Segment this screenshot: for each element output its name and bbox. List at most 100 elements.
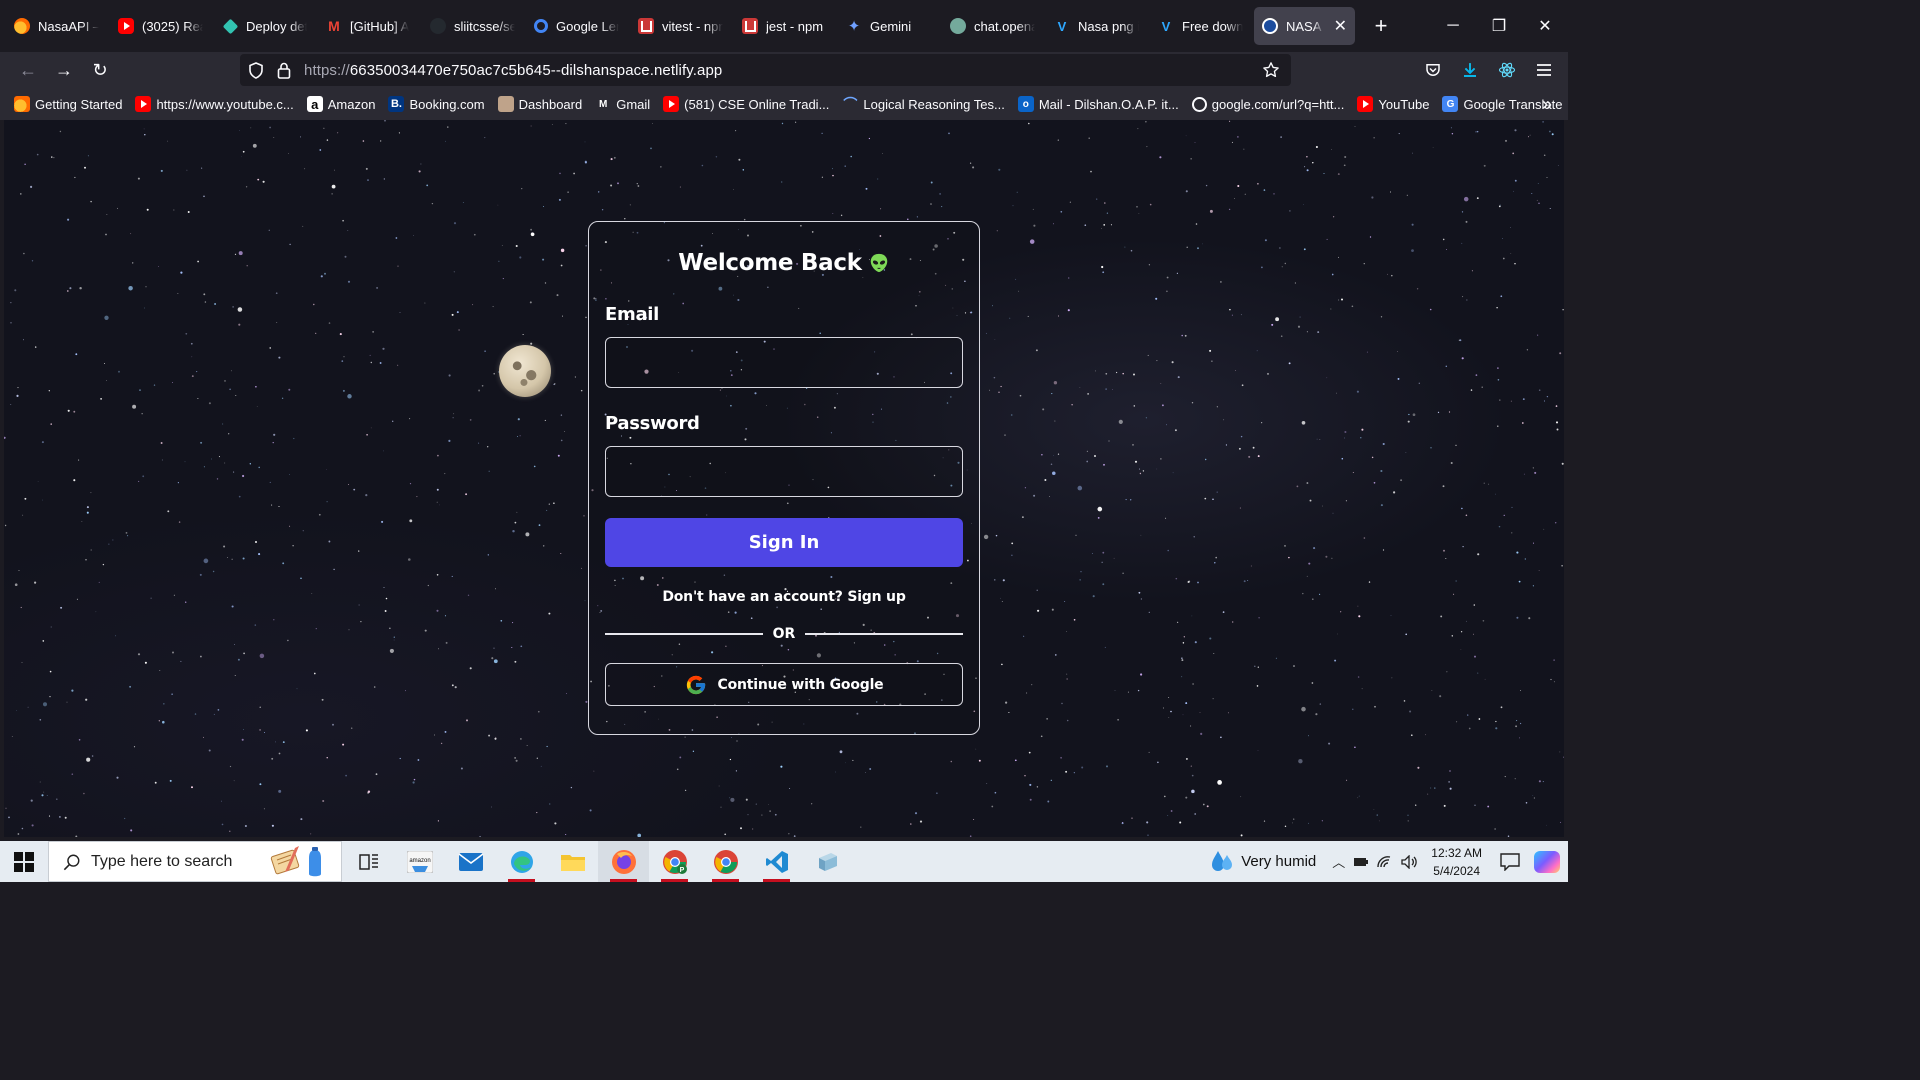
star [234, 644, 236, 645]
bookmark-mail-outlook[interactable]: o Mail - Dilshan.O.A.P. it... [1017, 96, 1179, 112]
tab-label: Gemini [870, 18, 912, 34]
star [560, 439, 563, 442]
star [1140, 534, 1142, 536]
bookmark-booking[interactable]: B. Booking.com [388, 96, 485, 112]
minimize-icon[interactable]: ─ [1430, 0, 1476, 52]
tab-google-lens[interactable]: Google Lens [526, 7, 627, 45]
volume-icon[interactable] [1401, 854, 1419, 869]
hamburger-menu-icon[interactable] [1526, 54, 1562, 86]
star [451, 684, 454, 687]
tab-github-mail[interactable]: M [GitHub] A [318, 7, 419, 45]
sign-up-link[interactable]: Sign up [847, 589, 906, 605]
chrome-icon[interactable] [700, 841, 751, 882]
amazon-app-icon[interactable]: amazon [394, 841, 445, 882]
star [211, 458, 212, 460]
bookmark-amazon[interactable]: a Amazon [306, 96, 375, 112]
bookmark-logical-reasoning[interactable]: ⌒ Logical Reasoning Tes... [842, 96, 1004, 112]
star [1504, 776, 1506, 778]
bookmark-star-icon[interactable] [1257, 61, 1285, 79]
star [375, 773, 378, 776]
vscode-icon[interactable] [751, 841, 802, 882]
bookmark-youtube[interactable]: YouTube [1357, 96, 1429, 112]
star [1175, 577, 1178, 580]
divider-line [605, 633, 763, 635]
star [1176, 272, 1178, 274]
reload-icon[interactable]: ↻ [82, 54, 118, 86]
star [1273, 193, 1275, 195]
lock-icon[interactable] [270, 62, 298, 79]
notification-icon[interactable] [1496, 852, 1524, 871]
password-field[interactable] [605, 446, 963, 497]
shield-icon[interactable] [242, 61, 270, 79]
star [1450, 127, 1452, 129]
tab-nasa-png[interactable]: V Nasa png im [1046, 7, 1147, 45]
continue-with-google-button[interactable]: Continue with Google [605, 663, 963, 706]
tab-deploy-details[interactable]: Deploy details [214, 7, 315, 45]
tab-nasaapi[interactable]: NasaAPI – [6, 7, 107, 45]
star [593, 770, 595, 772]
weather-widget[interactable]: Very humid [1211, 849, 1316, 875]
tab-gemini[interactable]: ✦ Gemini [838, 7, 939, 45]
star [761, 814, 763, 816]
close-window-icon[interactable]: ✕ [1522, 0, 1568, 52]
copilot-icon[interactable] [1534, 850, 1560, 873]
star [1538, 202, 1540, 204]
star [1463, 196, 1469, 202]
tab-nasa-pod[interactable]: NASA Pod ✕ [1254, 7, 1355, 45]
edge-icon[interactable] [496, 841, 547, 882]
bookmark-youtube-url[interactable]: https://www.youtube.c... [135, 96, 294, 112]
bookmark-gmail[interactable]: M Gmail [595, 96, 650, 112]
close-tab-icon[interactable]: ✕ [1332, 16, 1347, 36]
tab-chat-openai[interactable]: chat.openai [942, 7, 1043, 45]
bookmark-google-url[interactable]: google.com/url?q=htt... [1191, 96, 1344, 112]
new-tab-button[interactable]: + [1362, 7, 1400, 45]
address-bar[interactable]: https://66350034470e750ac7c5b645--dilsha… [240, 54, 1291, 86]
start-button[interactable] [0, 841, 48, 882]
pocket-icon[interactable] [1415, 54, 1451, 86]
chevron-up-icon[interactable]: ︿ [1332, 852, 1345, 871]
battery-icon[interactable] [1353, 856, 1369, 868]
bookmarks-overflow-chevron-icon[interactable]: » [1542, 94, 1552, 115]
file-explorer-icon[interactable] [547, 841, 598, 882]
star [839, 750, 843, 754]
google-g-icon [686, 675, 705, 694]
bookmark-dashboard[interactable]: Dashboard [497, 96, 583, 112]
taskbar-clock[interactable]: 12:32 AM 5/4/2024 [1431, 844, 1482, 880]
downloads-icon[interactable] [1452, 54, 1488, 86]
star [289, 243, 291, 246]
tab-free-download[interactable]: V Free download [1150, 7, 1251, 45]
react-devtools-icon[interactable] [1489, 54, 1525, 86]
star [167, 140, 169, 142]
star [69, 287, 72, 290]
star [1033, 224, 1036, 227]
url-text[interactable]: https://66350034470e750ac7c5b645--dilsha… [304, 62, 722, 79]
mail-app-icon[interactable] [445, 841, 496, 882]
taskbar-search-input[interactable]: Type here to search [48, 841, 342, 882]
email-field[interactable] [605, 337, 963, 388]
tab-youtube-react[interactable]: (3025) React [110, 7, 211, 45]
star [1503, 514, 1505, 517]
star [516, 511, 518, 513]
firefox-icon[interactable] [598, 841, 649, 882]
star [520, 645, 523, 648]
bookmark-cse-online[interactable]: (581) CSE Online Tradi... [663, 96, 829, 112]
star [1470, 389, 1473, 391]
tab-vitest[interactable]: vitest - npm [630, 7, 731, 45]
star [71, 689, 74, 692]
network-icon[interactable] [1377, 855, 1393, 869]
sign-in-button[interactable]: Sign In [605, 518, 963, 567]
tab-jest[interactable]: jest - npm [734, 7, 835, 45]
back-arrow-icon[interactable]: ← [10, 54, 46, 86]
chrome-profile-icon[interactable]: P [649, 841, 700, 882]
tab-sliitcsse[interactable]: sliitcsse/se [422, 7, 523, 45]
star [1321, 820, 1323, 822]
star [978, 759, 981, 762]
star [59, 130, 62, 133]
forward-arrow-icon[interactable]: → [46, 54, 82, 86]
restore-icon[interactable]: ❐ [1476, 0, 1522, 52]
bookmark-getting-started[interactable]: Getting Started [14, 96, 122, 112]
bookmark-label: Dashboard [518, 96, 583, 112]
star [1483, 164, 1486, 167]
app-icon[interactable] [802, 841, 853, 882]
task-view-icon[interactable] [343, 841, 394, 882]
